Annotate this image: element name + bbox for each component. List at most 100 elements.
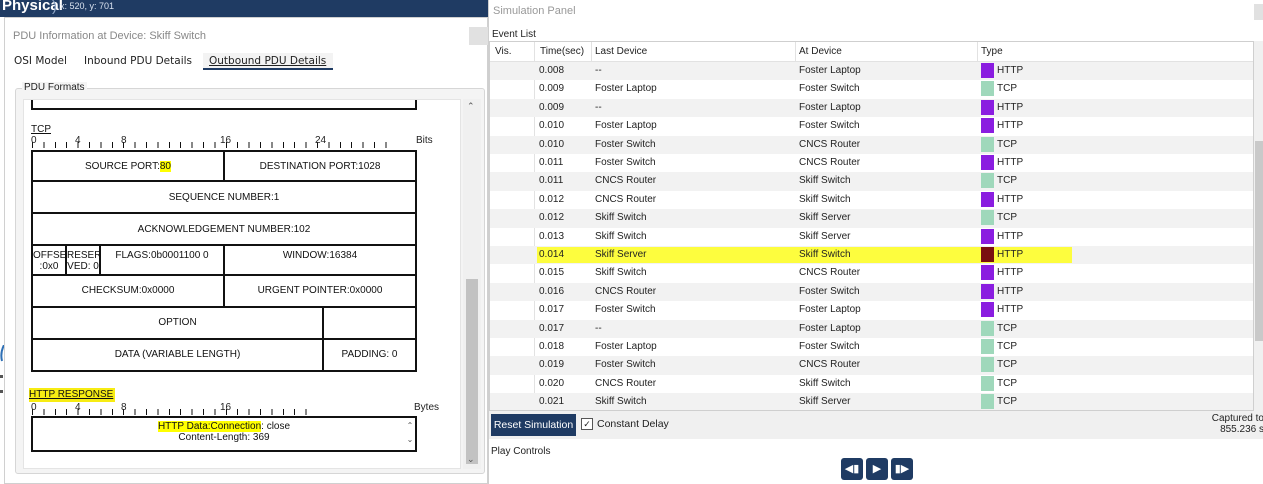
panel-close-button[interactable] [1254,4,1263,20]
field-scroll-down-icon[interactable]: ⌄ [405,434,415,445]
tab-osi-model[interactable]: OSI Model [14,55,67,67]
padding-field: PADDING: 0 [322,338,417,372]
tab-inbound-pdu-details[interactable]: Inbound PDU Details [84,55,192,67]
table-row[interactable]: 0.009 -- Foster Laptop HTTP [490,98,1253,118]
row-type: HTTP [997,120,1024,132]
row-type: TCP [997,175,1017,187]
table-row[interactable]: 0.010 Foster Laptop Foster Switch HTTP [490,117,1253,135]
scroll-down-icon[interactable]: ⌄ [467,454,475,465]
table-row[interactable]: 0.012 Skiff Switch Skiff Server TCP [490,209,1253,228]
play-icon[interactable]: ▶ [866,458,888,480]
pdu-color-swatch [981,191,994,207]
row-type: HTTP [997,193,1024,205]
table-row[interactable]: 0.015 Skiff Switch CNCS Router HTTP [490,264,1253,282]
row-at-device: Skiff Switch [799,175,851,187]
column-time[interactable]: Time(sec) [535,42,592,61]
tab-outbound-pdu-details[interactable]: Outbound PDU Details [203,53,333,70]
table-row[interactable]: 0.020 CNCS Router Skiff Switch TCP [490,375,1253,393]
pdu-color-swatch [981,265,994,281]
table-row[interactable]: 0.011 Foster Switch CNCS Router HTTP [490,154,1253,172]
http-response-section-label: HTTP RESPONSE [29,388,116,402]
table-row[interactable]: 0.017 Foster Switch Foster Laptop HTTP [490,301,1253,319]
sequence-number-field: SEQUENCE NUMBER:1 [31,180,417,214]
pdu-color-swatch [981,63,994,78]
row-last-device: -- [595,322,602,334]
captured-time: Captured to 855.236 s [1201,413,1263,435]
pdu-format-canvas[interactable]: TCP 0 4 8 16 24 Bits SOURCE PORT:80 DEST… [23,99,461,469]
table-row[interactable]: 0.012 CNCS Router Skiff Switch HTTP [490,191,1253,209]
row-type: HTTP [997,267,1024,279]
column-type[interactable]: Type [978,42,1253,61]
previous-section-box [31,100,417,110]
row-type: HTTP [997,101,1024,113]
row-type: TCP [997,322,1017,334]
http-data-field[interactable]: HTTP Data:Connection: close Content-Leng… [31,416,417,452]
http-content-length: Content-Length: 369 [178,432,270,443]
event-list-scrollbar[interactable] [1254,41,1263,411]
row-last-device: Foster Switch [595,138,656,150]
table-row[interactable]: 0.017 -- Foster Laptop TCP [490,319,1253,338]
ruler-0: 0 [31,135,37,146]
row-last-device: Foster Switch [595,157,656,168]
simulation-footer: Reset Simulation ✓ Constant Delay Captur… [489,411,1263,439]
row-type: TCP [997,212,1017,224]
reset-simulation-button[interactable]: Reset Simulation [491,414,576,436]
field-scroll-up-icon[interactable]: ⌃ [405,420,415,431]
reserved-field: RESER VED: 0 [65,244,101,276]
ruler-unit: Bits [416,135,433,146]
constant-delay-checkbox[interactable]: ✓ [581,418,593,430]
row-at-device: Foster Laptop [799,304,861,316]
ruler-4: 4 [75,135,81,146]
row-last-device: Skiff Switch [595,230,647,242]
column-vis[interactable]: Vis. [490,42,535,61]
row-last-device: -- [595,65,602,76]
column-at-device[interactable]: At Device [796,42,978,61]
tab-label: Outbound PDU Details [209,55,327,67]
table-row[interactable]: 0.016 CNCS Router Foster Switch HTTP [490,282,1253,302]
table-row[interactable]: 0.010 Foster Switch CNCS Router TCP [490,135,1253,154]
back-icon[interactable]: ◀▮ [841,458,863,480]
row-at-device: Foster Switch [799,83,860,95]
row-time: 0.012 [539,212,565,224]
scroll-up-icon[interactable]: ⌃ [467,101,475,112]
byte-ruler-ticks [32,409,308,415]
panel-title: Simulation Panel [493,5,576,17]
pdu-color-swatch [981,228,994,244]
row-time: 0.012 [539,193,565,205]
pdu-color-swatch [981,210,994,226]
bracket-icon: ) [52,0,57,15]
table-row[interactable]: 0.009 Foster Laptop Foster Switch TCP [490,80,1253,98]
source-port-field: SOURCE PORT:80 [31,150,225,182]
row-time: 0.010 [539,138,565,150]
row-last-device: Foster Switch [595,304,656,316]
ruler-16: 16 [220,135,232,146]
row-last-device: CNCS Router [595,377,657,389]
pdu-information-window: PDU Information at Device: Skiff Switch … [4,17,489,484]
row-type: HTTP [997,285,1024,297]
scrollbar-thumb[interactable] [1255,141,1263,341]
table-row[interactable]: 0.021 Skiff Switch Skiff Server TCP [490,393,1253,410]
row-last-device: Skiff Switch [595,396,647,408]
close-button[interactable] [469,27,489,45]
table-row[interactable]: 0.018 Foster Laptop Foster Switch TCP [490,338,1253,356]
pdu-vertical-scrollbar[interactable]: ⌃ ⌄ [463,99,481,469]
row-last-device: Foster Laptop [595,120,657,132]
table-row[interactable]: 0.011 CNCS Router Skiff Switch TCP [490,172,1253,191]
table-row[interactable]: 0.019 Foster Switch CNCS Router TCP [490,356,1253,375]
row-time: 0.017 [539,322,565,334]
table-row[interactable]: 0.008 -- Foster Laptop HTTP [490,62,1253,81]
scrollbar-thumb[interactable] [466,279,478,464]
row-at-device: Skiff Server [799,230,851,242]
row-time: 0.013 [539,230,565,242]
row-at-device: Skiff Server [799,212,851,224]
row-type: TCP [997,359,1017,371]
pdu-color-swatch [981,357,994,373]
row-at-device: Foster Switch [799,285,860,297]
row-at-device: Foster Laptop [799,101,861,113]
row-last-device: Skiff Switch [595,267,647,279]
column-last-device[interactable]: Last Device [592,42,796,61]
forward-icon[interactable]: ▮▶ [891,458,913,480]
table-row[interactable]: 0.014 Skiff Server Skiff Switch HTTP [490,246,1253,265]
table-row[interactable]: 0.013 Skiff Switch Skiff Server HTTP [490,228,1253,246]
http-data-label: HTTP Data:Connection [157,421,262,432]
